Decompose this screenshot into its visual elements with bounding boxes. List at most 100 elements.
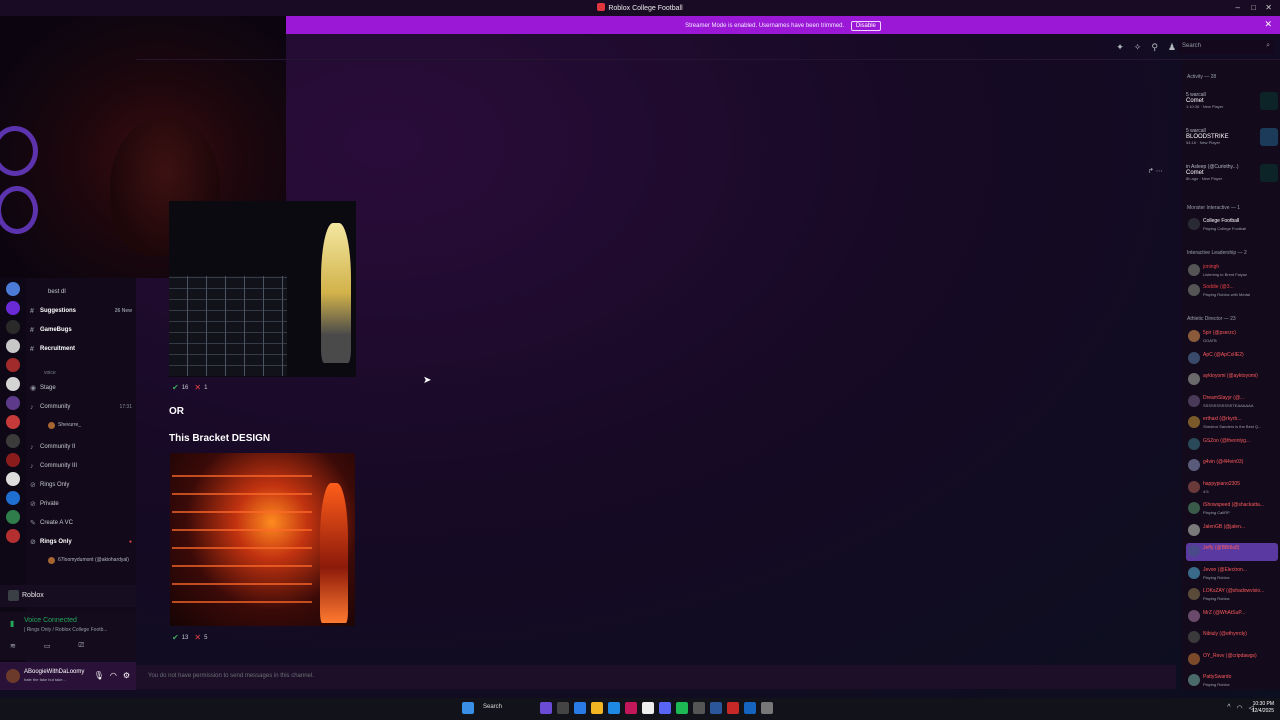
chevron-up-icon[interactable]: ^	[1227, 704, 1230, 712]
app-icon[interactable]	[642, 702, 654, 714]
voice-channel-private[interactable]: ⊘ Private	[30, 497, 136, 511]
server-icon[interactable]	[6, 339, 20, 353]
app-icon[interactable]	[625, 702, 637, 714]
reaction-x[interactable]: ✕ 5	[194, 633, 207, 642]
app-icon[interactable]	[574, 702, 586, 714]
folder-icon[interactable]	[591, 702, 603, 714]
voice-channel-community-ii[interactable]: ♪ Community II	[30, 440, 136, 454]
member-row[interactable]: Nibiuly (@ethyrroly)	[1186, 629, 1278, 647]
member-row[interactable]: happypiano2305 4:5	[1186, 479, 1278, 497]
member-row[interactable]: 5pir (@pserzc) GOATB	[1186, 328, 1278, 346]
activity-card[interactable]: 5 warcall BLOODSTRIKE 54:18 · New Player	[1186, 128, 1278, 160]
server-icon[interactable]	[6, 320, 20, 334]
headphones-icon[interactable]: ◠	[110, 671, 117, 680]
channel-gamebugs[interactable]: # GameBugs	[30, 323, 136, 337]
search-input[interactable]: Search ⌕	[1178, 40, 1274, 54]
maximize-button[interactable]: □	[1251, 3, 1256, 12]
app-icon[interactable]	[727, 702, 739, 714]
server-icon[interactable]	[6, 472, 20, 486]
member-row[interactable]: joningh Listening to Brent Faiyaz	[1186, 262, 1278, 280]
server-icon[interactable]	[6, 301, 20, 315]
server-icon[interactable]	[6, 358, 20, 372]
member-row[interactable]: Jeffy (@BBtIla8)	[1186, 543, 1278, 561]
member-row[interactable]: PattySwardo Playing Roblox	[1186, 672, 1278, 690]
server-icon[interactable]	[6, 377, 20, 391]
reaction-x[interactable]: ✕ 1	[194, 383, 207, 392]
member-row[interactable]: Jevon (@Electron... Playing Roblox	[1186, 565, 1278, 583]
minimize-button[interactable]: –	[1236, 3, 1240, 12]
app-icon[interactable]	[557, 702, 569, 714]
activity-panel[interactable]: Roblox	[0, 585, 136, 607]
member-row[interactable]: College Football Playing College Footbal…	[1186, 216, 1278, 234]
close-window-button[interactable]: ✕	[1265, 3, 1272, 12]
mic-icon[interactable]: 🎙︎	[94, 671, 104, 680]
server-icon[interactable]	[6, 491, 20, 505]
member-row[interactable]: GSZoo (@theonlyg...	[1186, 436, 1278, 454]
browser-icon[interactable]	[608, 702, 620, 714]
member-row[interactable]: LOKsZAY (@shadowvisio... Playing Roblox	[1186, 586, 1278, 604]
app-icon[interactable]	[744, 702, 756, 714]
spotify-icon[interactable]	[676, 702, 688, 714]
server-icon[interactable]	[6, 396, 20, 410]
activity-card[interactable]: 5 warcall Comet 1:10:36 · New Player	[1186, 92, 1278, 124]
notifications-icon[interactable]: ✧	[1134, 42, 1142, 53]
pin-icon[interactable]: ⚲	[1151, 42, 1158, 53]
threads-icon[interactable]: ✦	[1116, 42, 1124, 53]
member-row[interactable]: Soddie (@3... Playing Roblox with Medal	[1186, 282, 1278, 300]
voice-channel-community[interactable]: ♪ Community 17:31	[30, 400, 136, 414]
message-more-icon[interactable]: ↱ ⋯	[1148, 167, 1163, 175]
voice-channel-stage[interactable]: ◉ Stage	[30, 381, 136, 395]
member-row[interactable]: ApC (@ApCxIIE2)	[1186, 350, 1278, 368]
channel-suggestions[interactable]: # Suggestions 26 New	[30, 304, 136, 318]
voice-channel-community-iii[interactable]: ♪ Community III	[30, 459, 136, 473]
voice-category-label[interactable]: voice	[44, 370, 56, 376]
server-icon[interactable]	[6, 453, 20, 467]
voice-channel-rings-only[interactable]: ⊘ Rings Only	[30, 478, 136, 492]
banner-close-icon[interactable]: ✕	[1264, 19, 1272, 30]
member-row[interactable]: JalenGB (@jalen...	[1186, 522, 1278, 540]
clock[interactable]: 10:30 PM 12/4/2025	[1252, 701, 1274, 715]
member-row[interactable]: MrZ (@WhAtSuP...	[1186, 608, 1278, 626]
member-row[interactable]: iShowspeed (@shackatta... Playing CallRP	[1186, 500, 1278, 518]
avatar[interactable]	[6, 669, 20, 683]
bracket-image-2[interactable]	[170, 453, 355, 626]
window-title: Roblox College Football	[0, 3, 1280, 12]
server-icon[interactable]	[6, 434, 20, 448]
server-icon[interactable]	[6, 529, 20, 543]
discord-icon[interactable]	[659, 702, 671, 714]
settings-icon[interactable]	[761, 702, 773, 714]
bracket-image-1[interactable]	[169, 201, 356, 377]
noise-suppression-icon[interactable]: ≋	[10, 642, 16, 650]
composer-placeholder: You do not have permission to send messa…	[148, 673, 314, 679]
activity-card[interactable]: in Asleep (@Curiothy...) Comet 8h ago · …	[1186, 164, 1278, 196]
voice-status[interactable]: Voice Connected	[24, 617, 77, 624]
voice-channel-create-vc[interactable]: ✎ Create A VC	[30, 516, 136, 530]
server-icon[interactable]	[6, 282, 20, 296]
wifi-icon[interactable]: ◠	[1237, 704, 1243, 712]
member-row[interactable]: g4vin (@4l4vin03)	[1186, 457, 1278, 475]
member-name: Nibiuly (@ethyrroly)	[1203, 631, 1247, 637]
vscode-icon[interactable]	[710, 702, 722, 714]
member-row[interactable]: ayktoyomi (@ayktoyomi)	[1186, 371, 1278, 389]
avatar	[1188, 437, 1200, 450]
channel-label: Suggestions	[40, 308, 77, 314]
reaction-check[interactable]: ✔ 13	[172, 633, 188, 642]
member-list-icon[interactable]: ♟	[1168, 42, 1176, 53]
app-icon[interactable]	[693, 702, 705, 714]
voice-channel-rings-only-active[interactable]: ⊘ Rings Only ●	[30, 535, 136, 549]
server-icon[interactable]	[6, 415, 20, 429]
app-icon[interactable]	[540, 702, 552, 714]
member-row[interactable]: OY_Revv (@cripdawgs)	[1186, 651, 1278, 669]
settings-gear-icon[interactable]: ⚙	[123, 671, 130, 680]
server-icon[interactable]	[6, 510, 20, 524]
reaction-check[interactable]: ✔ 16	[172, 383, 188, 392]
avatar	[1188, 652, 1200, 665]
screenshare-icon[interactable]: ⎚	[79, 642, 85, 650]
member-row[interactable]: DreamSlayyr (@... SSSSSSSSSSSTEAAAAAA	[1186, 393, 1278, 411]
taskbar-search[interactable]: Search	[479, 702, 535, 714]
disable-streamer-button[interactable]: Disable	[850, 21, 881, 31]
member-row[interactable]: erthaxl (@rkyrb... Shedeur Sanders is the…	[1186, 414, 1278, 432]
channel-recruitment[interactable]: # Recruitment	[30, 342, 136, 356]
start-icon[interactable]	[462, 702, 474, 714]
camera-icon[interactable]: ▭	[44, 642, 51, 650]
